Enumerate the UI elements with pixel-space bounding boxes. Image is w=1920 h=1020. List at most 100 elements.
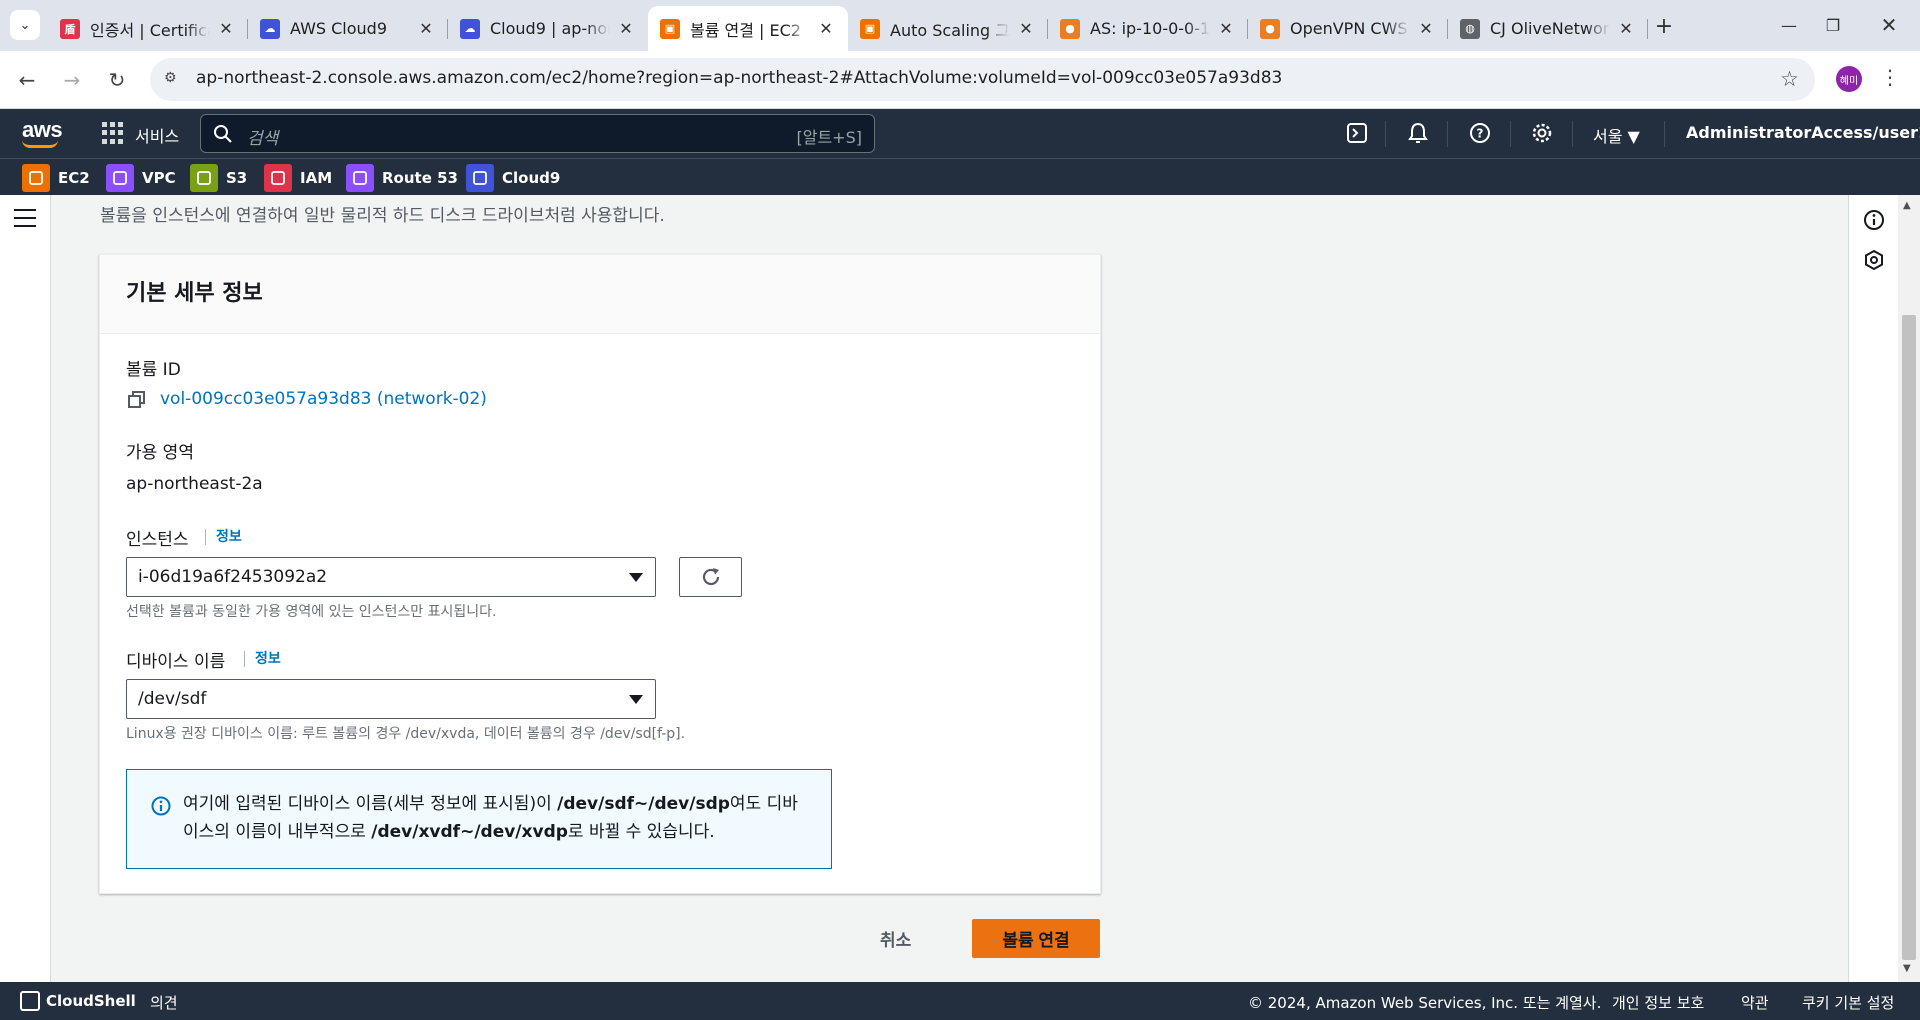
minimize-icon[interactable]: — <box>1766 8 1812 42</box>
nav-divider <box>1510 121 1511 147</box>
cloudshell-icon[interactable] <box>1345 121 1369 145</box>
instance-label: 인스턴스 <box>126 530 189 550</box>
reload-icon[interactable]: ↻ <box>101 64 133 96</box>
favorite-iam[interactable]: IAM <box>264 164 332 192</box>
tab-close-icon[interactable]: ✕ <box>616 19 636 38</box>
tab-close-icon[interactable]: ✕ <box>1616 19 1636 38</box>
tab-list: 盾인증서 | Certificate Manager✕☁AWS Cloud9✕☁… <box>48 6 1648 51</box>
explorer-icon[interactable] <box>1863 249 1885 271</box>
cookie-preferences-link[interactable]: 쿠키 기본 설정 <box>1802 992 1894 1013</box>
service-icon <box>190 164 218 192</box>
scroll-down-arrow-icon[interactable]: ▼ <box>1903 963 1911 974</box>
omnibox[interactable]: ⚙ ap-northeast-2.console.aws.amazon.com/… <box>150 58 1815 101</box>
tab-close-icon[interactable]: ✕ <box>1016 19 1036 38</box>
browser-tab[interactable]: ☁ Cloud9 | ap-northeast-2 ✕ <box>448 6 648 51</box>
region-selector[interactable]: 서울 ▼ <box>1593 123 1640 147</box>
browser-tab[interactable]: ☁ AWS Cloud9 ✕ <box>248 6 448 51</box>
alert-message: 여기에 입력된 디바이스 이름(세부 정보에 표시됨)이 /dev/sdf~/d… <box>183 790 813 846</box>
browser-tab[interactable]: ▣ Auto Scaling 그룹 ✕ <box>848 6 1048 51</box>
tab-favicon-icon: ● <box>1060 18 1080 39</box>
favorite-cloud9[interactable]: Cloud9 <box>466 164 560 192</box>
search-placeholder: 검색 <box>247 129 279 149</box>
browser-tab[interactable]: ◍ CJ OliveNetworks ✕ <box>1448 6 1648 51</box>
tab-search-chevron-icon[interactable]: ⌄ <box>10 10 40 40</box>
copy-icon[interactable] <box>128 391 146 409</box>
new-tab-button[interactable]: + <box>1650 12 1678 40</box>
instance-select[interactable]: i-06d19a6f2453092a2 <box>126 557 656 597</box>
favorite-label: EC2 <box>58 169 90 187</box>
cancel-button[interactable]: 취소 <box>880 922 911 954</box>
service-icon <box>106 164 134 192</box>
instance-hint: 선택한 볼륨과 동일한 가용 영역에 있는 인스턴스만 표시됩니다. <box>126 604 497 620</box>
favorite-label: IAM <box>300 169 333 187</box>
terms-link[interactable]: 약관 <box>1741 992 1769 1013</box>
scrollbar-thumb[interactable] <box>1902 315 1916 960</box>
privacy-link[interactable]: 개인 정보 보호 <box>1612 992 1704 1013</box>
instance-info-link[interactable]: 정보 <box>205 529 242 545</box>
browser-tab[interactable]: ● OpenVPN CWS ✕ <box>1248 6 1448 51</box>
close-window-icon[interactable]: ✕ <box>1866 8 1912 42</box>
basic-details-panel: 기본 세부 정보 볼륨 ID vol-009cc03e057a93d83 (ne… <box>99 254 1101 894</box>
scroll-up-arrow-icon[interactable]: ▲ <box>1903 200 1911 211</box>
favorite-label: Route 53 <box>382 169 458 187</box>
profile-avatar[interactable]: 혜미 <box>1836 66 1862 92</box>
caret-down-icon <box>629 573 643 582</box>
bookmark-star-icon[interactable]: ☆ <box>1780 67 1799 91</box>
tab-title: 볼륨 연결 | EC2 <box>690 20 801 40</box>
attach-volume-button[interactable]: 볼륨 연결 <box>972 919 1100 958</box>
feedback-link[interactable]: 의견 <box>150 992 178 1013</box>
tab-close-icon[interactable]: ✕ <box>216 19 236 38</box>
help-icon[interactable]: ? <box>1468 121 1492 145</box>
tab-favicon-icon: ◍ <box>1460 18 1480 39</box>
favorite-ec2[interactable]: EC2 <box>22 164 90 192</box>
cloudshell-link[interactable]: CloudShell <box>46 992 136 1010</box>
browser-tab[interactable]: ● AS: ip-10-0-0-1 ✕ <box>1048 6 1248 51</box>
service-icon <box>22 164 50 192</box>
favorite-label: S3 <box>226 169 248 187</box>
device-name-select[interactable]: /dev/sdf <box>126 679 656 719</box>
url-text[interactable]: ap-northeast-2.console.aws.amazon.com/ec… <box>196 68 1282 88</box>
favorite-route-53[interactable]: Route 53 <box>346 164 458 192</box>
account-menu[interactable]: AdministratorAccess/user17 ▼ <box>1686 123 1920 142</box>
volume-id-link[interactable]: vol-009cc03e057a93d83 (network-02) <box>160 389 487 409</box>
forward-arrow-icon[interactable]: → <box>56 64 88 96</box>
cloudshell-footer-icon[interactable] <box>20 991 40 1011</box>
tab-favicon-icon: ● <box>1260 18 1280 39</box>
browser-tab[interactable]: ▣ 볼륨 연결 | EC2 ✕ <box>648 6 848 51</box>
nav-divider <box>1385 121 1386 147</box>
favorite-vpc[interactable]: VPC <box>106 164 176 192</box>
search-shortcut: [알트+S] <box>796 128 863 147</box>
settings-gear-icon[interactable] <box>1530 121 1554 145</box>
aws-console-nav: aws 서비스 검색 [알트+S] ? 서울 ▼ AdministratorAc… <box>0 109 1920 158</box>
site-settings-icon[interactable]: ⚙ <box>164 70 184 90</box>
nav-divider <box>1572 121 1573 147</box>
services-menu[interactable]: 서비스 <box>135 123 179 147</box>
refresh-button[interactable] <box>679 557 742 597</box>
notifications-bell-icon[interactable] <box>1406 121 1430 145</box>
tab-close-icon[interactable]: ✕ <box>1216 19 1236 38</box>
tab-close-icon[interactable]: ✕ <box>816 19 836 38</box>
browser-tab[interactable]: 盾 인증서 | Certificate Manager ✕ <box>48 6 248 51</box>
nav-divider <box>1664 121 1665 147</box>
services-grid-icon[interactable] <box>102 122 124 144</box>
restore-icon[interactable]: ❐ <box>1810 8 1856 42</box>
search-input[interactable]: 검색 [알트+S] <box>200 114 875 153</box>
favorite-s3[interactable]: S3 <box>190 164 247 192</box>
tab-favicon-icon: ▣ <box>860 18 880 39</box>
tab-close-icon[interactable]: ✕ <box>1416 19 1436 38</box>
back-arrow-icon[interactable]: ← <box>11 64 43 96</box>
copyright-text: © 2024, Amazon Web Services, Inc. 또는 계열사… <box>1248 994 1602 1012</box>
browser-tab-strip: ⌄ 盾 인증서 | Certificate Manager ✕ ☁ AWS Cloud9… <box>0 0 1920 51</box>
instance-select-value: i-06d19a6f2453092a2 <box>138 567 328 587</box>
console-footer: CloudShell 의견 © 2024, Amazon Web Service… <box>0 982 1920 1020</box>
device-info-link[interactable]: 정보 <box>244 651 281 667</box>
availability-zone-label: 가용 영역 <box>126 443 194 463</box>
browser-menu-icon[interactable]: ⋮ <box>1880 65 1900 89</box>
device-name-label: 디바이스 이름 <box>126 652 226 672</box>
tab-close-icon[interactable]: ✕ <box>416 19 436 38</box>
hamburger-menu-icon[interactable] <box>14 209 36 227</box>
info-panel-icon[interactable] <box>1863 209 1885 231</box>
svg-text:?: ? <box>1477 127 1484 141</box>
alert-bold-1: /dev/sdf~/dev/sdp <box>557 794 730 814</box>
device-name-hint: Linux용 권장 디바이스 이름: 루트 볼륨의 경우 /dev/xvda, … <box>126 726 686 742</box>
